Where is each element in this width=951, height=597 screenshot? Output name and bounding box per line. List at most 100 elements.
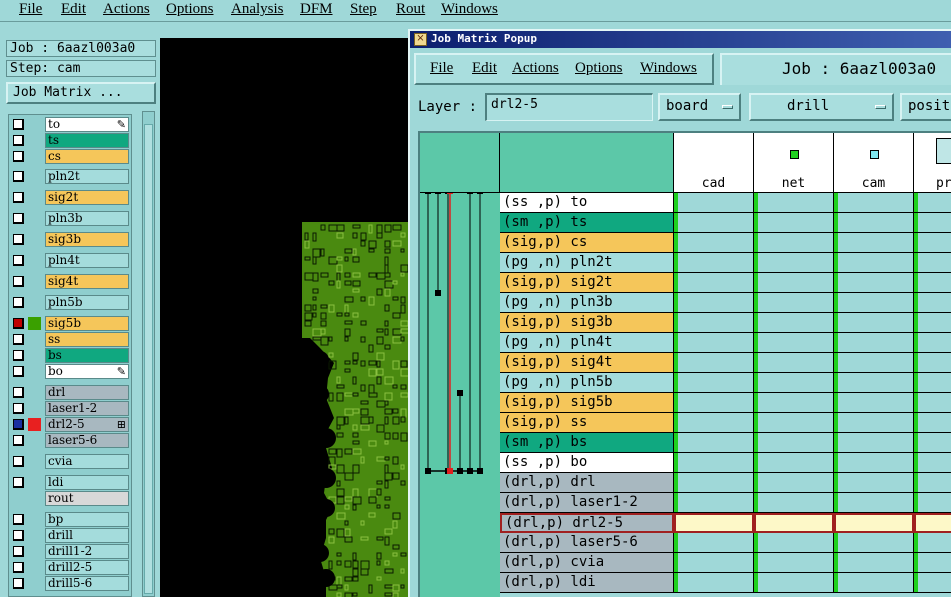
popup-menu-file[interactable]: File: [430, 60, 453, 77]
popup-menu-edit[interactable]: Edit: [472, 60, 497, 77]
matrix-row-label[interactable]: (pg ,n) pln5b: [500, 373, 674, 393]
matrix-cell[interactable]: [674, 393, 754, 413]
matrix-cell[interactable]: [834, 313, 914, 333]
matrix-cell[interactable]: [754, 353, 834, 373]
layer-checkbox[interactable]: [13, 546, 24, 557]
layer-name[interactable]: pln4t: [45, 253, 129, 268]
matrix-cell[interactable]: [834, 213, 914, 233]
graphic-canvas[interactable]: [160, 38, 410, 597]
matrix-row[interactable]: (drl,p) laser5-6: [500, 533, 951, 553]
matrix-cell[interactable]: [914, 373, 951, 393]
layer-checkbox[interactable]: [13, 403, 24, 414]
menu-rout[interactable]: Rout: [396, 1, 425, 18]
matrix-cell[interactable]: [754, 513, 834, 533]
layer-name[interactable]: ss: [45, 332, 129, 347]
layer-color-swatch[interactable]: [28, 317, 41, 330]
matrix-cell[interactable]: [674, 353, 754, 373]
matrix-cell[interactable]: [754, 573, 834, 593]
layer-checkbox[interactable]: [13, 578, 24, 589]
layer-checkbox[interactable]: [13, 234, 24, 245]
layer-checkbox[interactable]: [13, 171, 24, 182]
layer-row-cvia[interactable]: cvia: [9, 453, 133, 469]
matrix-cell[interactable]: [834, 233, 914, 253]
layer-name[interactable]: sig2t: [45, 190, 129, 205]
menu-file[interactable]: File: [19, 1, 42, 18]
matrix-cell[interactable]: [914, 473, 951, 493]
matrix-cell[interactable]: [834, 493, 914, 513]
matrix-row[interactable]: (drl,p) drl2-5: [500, 513, 951, 533]
matrix-cell[interactable]: [914, 353, 951, 373]
matrix-cell[interactable]: [674, 553, 754, 573]
layer-checkbox[interactable]: [13, 366, 24, 377]
matrix-cell[interactable]: [914, 533, 951, 553]
menu-windows[interactable]: Windows: [441, 1, 498, 18]
layer-row-pln2t[interactable]: pln2t: [9, 168, 133, 184]
layer-name[interactable]: laser1-2: [45, 401, 129, 416]
menu-analysis[interactable]: Analysis: [231, 1, 284, 18]
matrix-cell[interactable]: [914, 413, 951, 433]
matrix-cell[interactable]: [754, 413, 834, 433]
matrix-row[interactable]: (sig,p) sig3b: [500, 313, 951, 333]
matrix-cell[interactable]: [914, 513, 951, 533]
layer-name[interactable]: pln2t: [45, 169, 129, 184]
matrix-cell[interactable]: [674, 253, 754, 273]
matrix-cell[interactable]: [754, 433, 834, 453]
matrix-cell[interactable]: [754, 473, 834, 493]
matrix-row[interactable]: (ss ,p) bo: [500, 453, 951, 473]
matrix-row[interactable]: (pg ,n) pln3b: [500, 293, 951, 313]
layer-row-drill1-2[interactable]: drill1-2: [9, 543, 133, 559]
matrix-row-label[interactable]: (sm ,p) bs: [500, 433, 674, 453]
step-column-net[interactable]: net: [754, 133, 834, 193]
layer-name[interactable]: drill1-2: [45, 544, 129, 559]
matrix-cell[interactable]: [834, 433, 914, 453]
layer-name[interactable]: cs: [45, 149, 129, 164]
matrix-row-label[interactable]: (pg ,n) pln3b: [500, 293, 674, 313]
matrix-row[interactable]: (sm ,p) ts: [500, 213, 951, 233]
layer-checkbox[interactable]: [13, 562, 24, 573]
matrix-cell[interactable]: [754, 313, 834, 333]
layer-name[interactable]: drill: [45, 528, 129, 543]
layer-row-to[interactable]: to ✎: [9, 116, 133, 132]
matrix-row[interactable]: (sm ,p) bs: [500, 433, 951, 453]
matrix-row-label[interactable]: (drl,p) ldi: [500, 573, 674, 593]
layer-name[interactable]: laser5-6: [45, 433, 129, 448]
layer-name[interactable]: bs: [45, 348, 129, 363]
matrix-row[interactable]: (sig,p) cs: [500, 233, 951, 253]
matrix-row[interactable]: (pg ,n) pln5b: [500, 373, 951, 393]
matrix-cell[interactable]: [754, 333, 834, 353]
layer-checkbox[interactable]: [13, 276, 24, 287]
layer-row-rout[interactable]: rout: [9, 490, 133, 506]
popup-menu-windows[interactable]: Windows: [640, 60, 697, 77]
matrix-cell[interactable]: [674, 493, 754, 513]
layer-row-pln4t[interactable]: pln4t: [9, 252, 133, 268]
matrix-cell[interactable]: [914, 573, 951, 593]
matrix-row[interactable]: (drl,p) laser1-2: [500, 493, 951, 513]
matrix-cell[interactable]: [834, 373, 914, 393]
step-column-pr[interactable]: pr: [914, 133, 951, 193]
matrix-row-label[interactable]: (drl,p) laser5-6: [500, 533, 674, 553]
matrix-row-label[interactable]: (drl,p) drl: [500, 473, 674, 493]
matrix-cell[interactable]: [914, 453, 951, 473]
matrix-row[interactable]: (drl,p) cvia: [500, 553, 951, 573]
matrix-cell[interactable]: [754, 533, 834, 553]
matrix-cell[interactable]: [754, 393, 834, 413]
layer-row-sig5b[interactable]: sig5b: [9, 315, 133, 331]
layer-row-drill2-5[interactable]: drill2-5: [9, 559, 133, 575]
matrix-row[interactable]: (sig,p) sig2t: [500, 273, 951, 293]
layer-checkbox[interactable]: [13, 419, 24, 430]
layer-row-ss[interactable]: ss: [9, 331, 133, 347]
layer-checkbox[interactable]: [13, 151, 24, 162]
matrix-row[interactable]: (pg ,n) pln4t: [500, 333, 951, 353]
layer-row-ts[interactable]: ts: [9, 132, 133, 148]
matrix-row[interactable]: (sig,p) sig4t: [500, 353, 951, 373]
matrix-cell[interactable]: [834, 533, 914, 553]
matrix-cell[interactable]: [834, 293, 914, 313]
matrix-cell[interactable]: [754, 293, 834, 313]
layer-row-sig4t[interactable]: sig4t: [9, 273, 133, 289]
matrix-cell[interactable]: [674, 373, 754, 393]
matrix-cell[interactable]: [674, 513, 754, 533]
layer-row-sig3b[interactable]: sig3b: [9, 231, 133, 247]
layer-checkbox[interactable]: [13, 255, 24, 266]
matrix-cell[interactable]: [914, 313, 951, 333]
matrix-cell[interactable]: [914, 193, 951, 213]
